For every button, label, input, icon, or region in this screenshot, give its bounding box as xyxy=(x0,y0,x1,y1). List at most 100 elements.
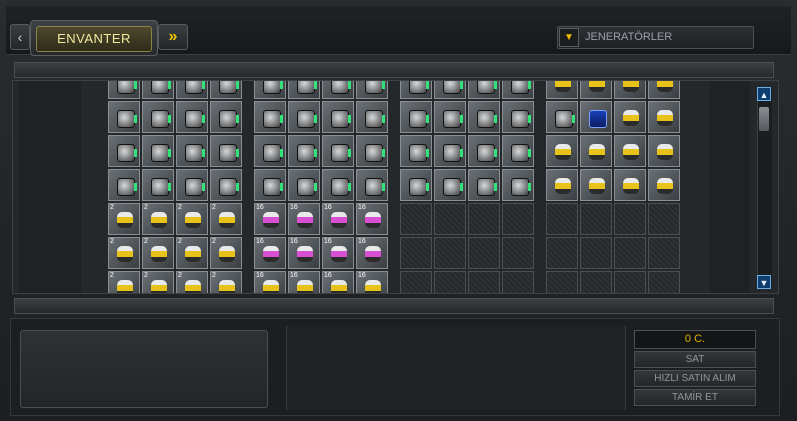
inventory-slot[interactable] xyxy=(468,101,500,133)
inventory-slot[interactable] xyxy=(434,101,466,133)
inventory-slot[interactable] xyxy=(648,101,680,133)
sell-button[interactable]: SAT xyxy=(634,351,756,368)
inventory-slot[interactable] xyxy=(322,81,354,99)
inventory-slot[interactable] xyxy=(614,101,646,133)
inventory-slot[interactable] xyxy=(400,169,432,201)
empty-slot[interactable] xyxy=(502,203,534,235)
inventory-slot[interactable]: 16 xyxy=(254,203,286,235)
inventory-slot[interactable] xyxy=(434,169,466,201)
inventory-slot[interactable]: 16 xyxy=(356,203,388,235)
tab-inventory[interactable]: ENVANTER xyxy=(36,26,152,52)
empty-slot[interactable] xyxy=(434,271,466,293)
empty-slot[interactable] xyxy=(468,271,500,293)
empty-slot[interactable] xyxy=(546,203,578,235)
inventory-slot[interactable]: 2 xyxy=(176,271,208,293)
repair-button[interactable]: TAMİR ET xyxy=(634,389,756,406)
inventory-slot[interactable] xyxy=(254,101,286,133)
empty-slot[interactable] xyxy=(546,237,578,269)
empty-slot[interactable] xyxy=(400,271,432,293)
inventory-slot[interactable] xyxy=(546,169,578,201)
inventory-slot[interactable] xyxy=(142,81,174,99)
empty-slot[interactable] xyxy=(468,203,500,235)
inventory-slot[interactable]: 16 xyxy=(288,237,320,269)
inventory-slot[interactable] xyxy=(648,135,680,167)
empty-slot[interactable] xyxy=(502,271,534,293)
inventory-slot[interactable] xyxy=(546,135,578,167)
inventory-slot[interactable] xyxy=(108,169,140,201)
inventory-slot[interactable] xyxy=(468,81,500,99)
inventory-slot[interactable] xyxy=(648,81,680,99)
inventory-slot[interactable] xyxy=(356,101,388,133)
inventory-slot[interactable] xyxy=(254,169,286,201)
empty-slot[interactable] xyxy=(580,203,612,235)
scroll-up-button[interactable]: ▲ xyxy=(757,87,771,101)
empty-slot[interactable] xyxy=(434,203,466,235)
inventory-slot[interactable] xyxy=(142,101,174,133)
inventory-slot[interactable]: 2 xyxy=(142,237,174,269)
inventory-slot[interactable] xyxy=(176,169,208,201)
empty-slot[interactable] xyxy=(400,237,432,269)
inventory-slot[interactable] xyxy=(176,135,208,167)
inventory-slot[interactable]: 2 xyxy=(108,271,140,293)
inventory-slot[interactable] xyxy=(210,101,242,133)
previous-tab-button[interactable]: ‹ xyxy=(10,24,30,50)
inventory-slot[interactable]: 16 xyxy=(288,203,320,235)
empty-slot[interactable] xyxy=(400,203,432,235)
inventory-slot[interactable]: 2 xyxy=(176,203,208,235)
scrollbar-thumb[interactable] xyxy=(759,107,769,131)
inventory-slot[interactable]: 16 xyxy=(356,237,388,269)
inventory-slot[interactable] xyxy=(322,135,354,167)
inventory-slot[interactable] xyxy=(502,81,534,99)
inventory-slot[interactable] xyxy=(322,169,354,201)
inventory-slot[interactable] xyxy=(546,101,578,133)
inventory-slot[interactable] xyxy=(176,81,208,99)
next-tab-button[interactable]: » xyxy=(158,24,188,50)
inventory-slot[interactable] xyxy=(288,81,320,99)
empty-slot[interactable] xyxy=(580,237,612,269)
inventory-slot[interactable]: 2 xyxy=(142,203,174,235)
empty-slot[interactable] xyxy=(648,237,680,269)
inventory-slot[interactable] xyxy=(254,81,286,99)
inventory-slot[interactable] xyxy=(288,135,320,167)
inventory-slot[interactable]: 2 xyxy=(210,271,242,293)
inventory-slot[interactable] xyxy=(434,135,466,167)
inventory-slot[interactable] xyxy=(288,169,320,201)
empty-slot[interactable] xyxy=(468,237,500,269)
inventory-slot[interactable] xyxy=(108,135,140,167)
inventory-slot[interactable]: 2 xyxy=(210,237,242,269)
quick-buy-button[interactable]: HIZLI SATIN ALIM xyxy=(634,370,756,387)
inventory-slot[interactable] xyxy=(580,135,612,167)
inventory-slot[interactable] xyxy=(434,81,466,99)
inventory-slot[interactable] xyxy=(142,135,174,167)
inventory-slot[interactable]: 16 xyxy=(356,271,388,293)
inventory-slot[interactable] xyxy=(288,101,320,133)
inventory-slot[interactable] xyxy=(400,81,432,99)
inventory-slot[interactable] xyxy=(210,81,242,99)
inventory-slot[interactable] xyxy=(502,135,534,167)
inventory-slot[interactable] xyxy=(468,135,500,167)
inventory-slot[interactable] xyxy=(502,169,534,201)
empty-slot[interactable] xyxy=(546,271,578,293)
empty-slot[interactable] xyxy=(614,271,646,293)
inventory-slot[interactable]: 16 xyxy=(254,271,286,293)
empty-slot[interactable] xyxy=(614,237,646,269)
inventory-slot[interactable]: 2 xyxy=(108,237,140,269)
inventory-slot[interactable]: 2 xyxy=(108,203,140,235)
inventory-slot[interactable]: 16 xyxy=(288,271,320,293)
inventory-slot[interactable] xyxy=(210,169,242,201)
empty-slot[interactable] xyxy=(648,271,680,293)
inventory-slot[interactable] xyxy=(648,169,680,201)
inventory-slot[interactable] xyxy=(356,135,388,167)
empty-slot[interactable] xyxy=(580,271,612,293)
inventory-slot[interactable] xyxy=(580,101,612,133)
inventory-slot[interactable] xyxy=(322,101,354,133)
inventory-slot[interactable]: 16 xyxy=(322,203,354,235)
inventory-slot[interactable] xyxy=(108,81,140,99)
inventory-slot[interactable] xyxy=(400,101,432,133)
inventory-slot[interactable] xyxy=(580,169,612,201)
inventory-slot[interactable] xyxy=(546,81,578,99)
empty-slot[interactable] xyxy=(614,203,646,235)
inventory-slot[interactable] xyxy=(614,135,646,167)
inventory-slot[interactable] xyxy=(614,81,646,99)
inventory-slot[interactable] xyxy=(356,81,388,99)
